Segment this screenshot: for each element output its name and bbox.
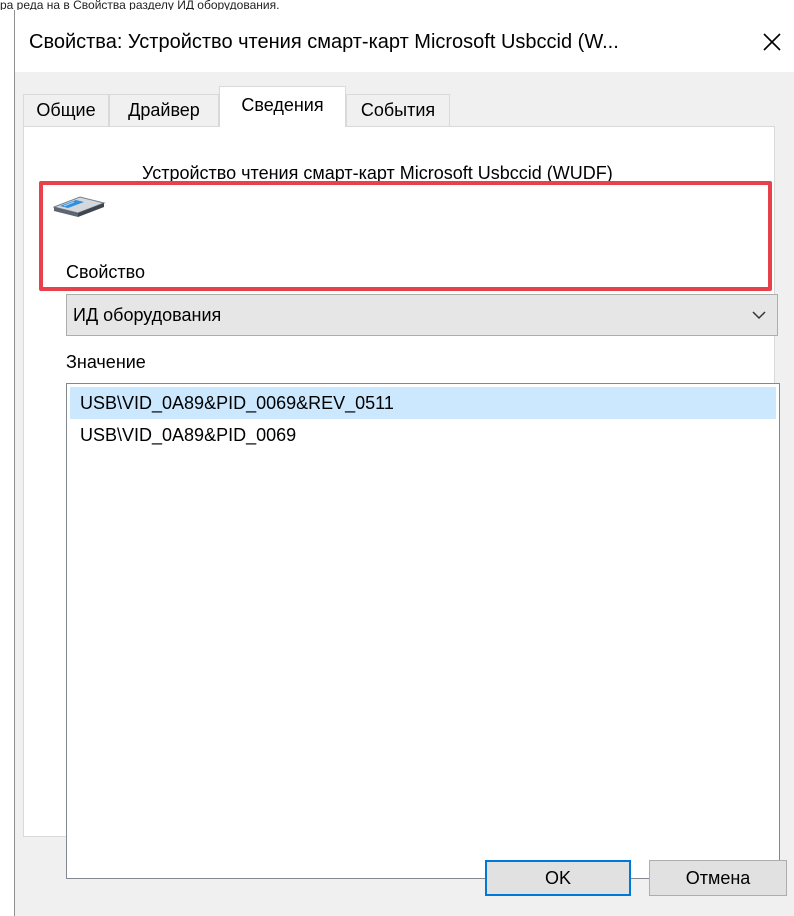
cancel-button[interactable]: Отмена <box>649 860 787 896</box>
tab-events[interactable]: События <box>346 94 450 126</box>
title-bar[interactable]: Свойства: Устройство чтения смарт-карт M… <box>15 10 794 72</box>
details-panel: Устройство чтения смарт-карт Microsoft U… <box>23 126 780 879</box>
window-title: Свойства: Устройство чтения смарт-карт M… <box>29 31 619 53</box>
device-name: Устройство чтения смарт-карт Microsoft U… <box>142 163 613 183</box>
ok-button[interactable]: OK <box>485 860 631 896</box>
value-label: Значение <box>66 352 146 372</box>
value-list[interactable]: USB\VID_0A89&PID_0069&REV_0511 USB\VID_0… <box>66 383 780 879</box>
list-item[interactable]: USB\VID_0A89&PID_0069 <box>70 419 776 451</box>
chevron-down-icon <box>752 311 766 320</box>
tab-details[interactable]: Сведения <box>219 86 346 127</box>
caption-text: ра реда на в Свойства разделу ИД оборудо… <box>0 0 280 10</box>
tab-strip: Общие Драйвер Сведения События <box>23 86 794 127</box>
list-item[interactable]: USB\VID_0A89&PID_0069&REV_0511 <box>70 387 776 419</box>
property-select-value: ИД оборудования <box>73 305 222 325</box>
dialog-client-area: Общие Драйвер Сведения События Устройств… <box>15 72 794 916</box>
close-icon <box>763 33 781 51</box>
close-button[interactable] <box>758 28 786 56</box>
caption-strip: ра реда на в Свойства разделу ИД оборудо… <box>0 0 794 10</box>
tab-driver[interactable]: Драйвер <box>109 94 219 126</box>
smart-card-reader-icon <box>52 196 106 217</box>
property-select[interactable]: ИД оборудования <box>66 294 778 336</box>
properties-dialog: Свойства: Устройство чтения смарт-карт M… <box>14 10 794 916</box>
tab-general[interactable]: Общие <box>23 94 109 126</box>
property-label: Свойство <box>66 262 146 282</box>
